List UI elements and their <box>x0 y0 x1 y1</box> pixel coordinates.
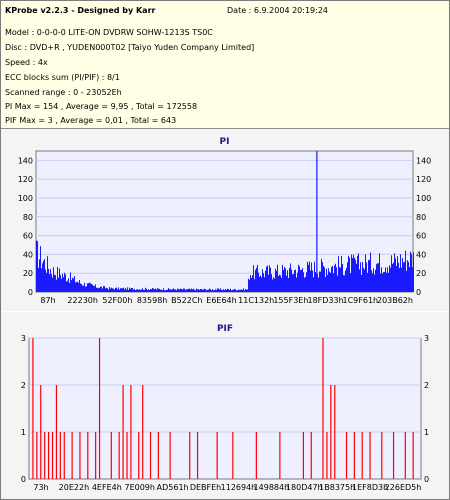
y-tick-label-left: 0 <box>21 475 26 484</box>
x-tick-label: 1C9F61h <box>342 296 378 305</box>
info-disc: Disc : DVD+R , YUDEN000T02 [Taiyo Yuden … <box>5 43 255 52</box>
x-tick-label: 20E22h <box>59 483 89 492</box>
y-tick-label-right: 1 <box>424 428 429 437</box>
chart-title: PIF <box>217 324 233 334</box>
y-tick-label-right: 3 <box>424 334 429 343</box>
y-tick-label-left: 0 <box>28 288 33 297</box>
y-tick-label-right: 0 <box>424 475 429 484</box>
pi-chart-panel: PI 0 0 20 20 40 40 60 60 80 80 100 100 120 120 140 140 87… <box>1 129 449 311</box>
scan-info-panel: KProbe v2.2.3 - Designed by Karr Date : … <box>1 1 449 129</box>
x-tick-label: 22230h <box>67 296 98 305</box>
y-tick-label-right: 20 <box>416 269 426 278</box>
y-tick-label-right: 140 <box>416 156 431 165</box>
y-tick-label-left: 3 <box>21 334 26 343</box>
x-tick-label: 87h <box>40 296 55 305</box>
app-title: KProbe v2.2.3 - Designed by Karr <box>5 6 156 15</box>
x-tick-label: 149884h <box>254 483 290 492</box>
y-tick-label-right: 100 <box>416 194 431 203</box>
pi-chart: PI 0 0 20 20 40 40 60 60 80 80 100 100 120 120 140 140 87… <box>18 137 432 305</box>
y-tick-label-left: 60 <box>23 232 33 241</box>
y-tick-label-left: 120 <box>18 175 33 184</box>
y-tick-label-right: 120 <box>416 175 431 184</box>
chart-title: PI <box>220 137 230 147</box>
y-tick-label-right: 2 <box>424 381 429 390</box>
x-tick-label: DEBFEh <box>190 483 221 492</box>
x-tick-label: 112694h <box>221 483 257 492</box>
x-tick-label: 18FD33h <box>307 296 343 305</box>
x-tick-label: 4EFE4h <box>92 483 122 492</box>
y-tick-label-right: 0 <box>416 288 421 297</box>
scan-date: Date : 6.9.2004 20:19:24 <box>227 6 328 15</box>
info-pi-stats: PI Max = 154 , Average = 9,95 , Total = … <box>5 102 198 111</box>
info-scanned-range: Scanned range : 0 - 23052Eh <box>5 88 122 97</box>
y-tick-label-right: 40 <box>416 250 426 259</box>
x-tick-label: 1B8375h <box>319 483 355 492</box>
pif-chart-panel: PIF 0 0 1 1 2 2 3 3 73h 20E22h 4EFE4h 7E009h AD561h DE… <box>1 312 449 499</box>
pif-chart: PIF 0 0 1 1 2 2 3 3 73h 20E22h 4EFE4h 7E009h AD561h DE… <box>21 324 429 492</box>
info-ecc-blocks: ECC blocks sum (PI/PIF) : 8/1 <box>5 73 120 82</box>
x-tick-label: AD561h <box>157 483 189 492</box>
x-tick-label: 226ED5h <box>385 483 422 492</box>
x-tick-label: E6E64h <box>206 296 236 305</box>
y-tick-label-left: 2 <box>21 381 26 390</box>
kprobe-window: KProbe v2.2.3 - Designed by Karr Date : … <box>0 0 450 500</box>
x-tick-label: B522Ch <box>171 296 202 305</box>
x-tick-label: 73h <box>33 483 48 492</box>
x-tick-label: 155F3Eh <box>273 296 308 305</box>
x-tick-label: 11C132h <box>238 296 274 305</box>
x-tick-label: 83598h <box>137 296 168 305</box>
y-tick-label-left: 20 <box>23 269 33 278</box>
info-speed: Speed : 4x <box>5 58 48 67</box>
y-tick-label-right: 80 <box>416 213 426 222</box>
x-tick-label: 203B62h <box>377 296 413 305</box>
info-model: Model : 0-0-0-0 LITE-ON DVDRW SOHW-1213S… <box>5 28 213 37</box>
x-tick-label: 52F00h <box>102 296 132 305</box>
x-tick-label: 7E009h <box>124 483 154 492</box>
y-tick-label-left: 40 <box>23 250 33 259</box>
y-tick-label-left: 80 <box>23 213 33 222</box>
x-tick-label: 1EF8D3h <box>352 483 388 492</box>
y-tick-label-left: 1 <box>21 428 26 437</box>
x-tick-label: 180D47h <box>286 483 323 492</box>
y-tick-label-left: 100 <box>18 194 33 203</box>
y-tick-label-left: 140 <box>18 156 33 165</box>
y-tick-label-right: 60 <box>416 232 426 241</box>
info-pif-stats: PIF Max = 3 , Average = 0,01 , Total = 6… <box>5 116 177 125</box>
